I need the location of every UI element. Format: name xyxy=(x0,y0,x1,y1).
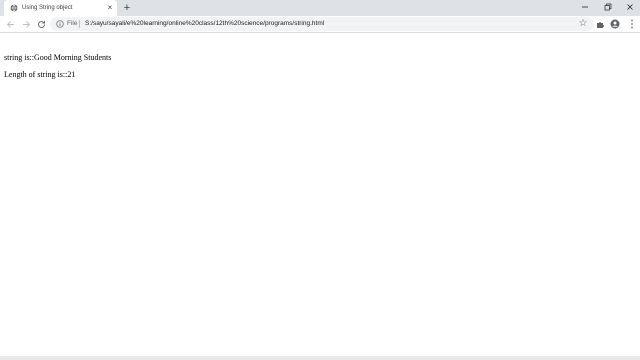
restore-button[interactable] xyxy=(597,0,619,14)
tab-using-string-object[interactable]: Using String object × xyxy=(4,0,117,16)
minimize-button[interactable] xyxy=(574,0,596,14)
taskbar-edge xyxy=(0,356,640,360)
back-button[interactable] xyxy=(3,17,17,31)
account-icon xyxy=(610,19,620,29)
forward-button[interactable] xyxy=(19,17,33,31)
string-length-text: Length of string is::21 xyxy=(4,70,76,79)
browser-toolbar: File S:/sayu/sayali/e%20learning/online%… xyxy=(0,16,640,33)
arrow-right-icon xyxy=(22,20,30,28)
profile-button[interactable] xyxy=(609,18,621,30)
reload-icon xyxy=(37,20,45,28)
scheme-label: File xyxy=(67,20,78,27)
new-tab-button[interactable]: + xyxy=(121,2,133,14)
close-icon xyxy=(627,4,633,10)
kebab-menu-icon xyxy=(631,19,633,29)
address-separator xyxy=(79,20,80,28)
menu-button[interactable] xyxy=(626,18,638,30)
close-window-button[interactable] xyxy=(619,0,640,14)
info-icon[interactable] xyxy=(56,20,64,28)
url-text[interactable]: S:/sayu/sayali/e%20learning/online%20cla… xyxy=(85,19,324,29)
puzzle-icon xyxy=(596,21,604,28)
address-bar[interactable]: File S:/sayu/sayali/e%20learning/online%… xyxy=(50,17,594,31)
reload-button[interactable] xyxy=(34,17,48,31)
minimize-icon xyxy=(582,6,588,8)
arrow-left-icon xyxy=(6,20,14,28)
globe-icon xyxy=(10,4,18,12)
restore-icon xyxy=(604,3,612,11)
extensions-button[interactable] xyxy=(594,18,606,30)
tab-title: Using String object xyxy=(22,5,73,11)
tab-close-icon[interactable]: × xyxy=(105,3,115,13)
tab-strip: Using String object × + xyxy=(0,0,640,16)
bookmark-star-icon[interactable]: ☆ xyxy=(578,18,588,30)
page-content: string is::Good Morning Students Length … xyxy=(0,34,640,360)
string-output-text: string is::Good Morning Students xyxy=(4,53,112,62)
